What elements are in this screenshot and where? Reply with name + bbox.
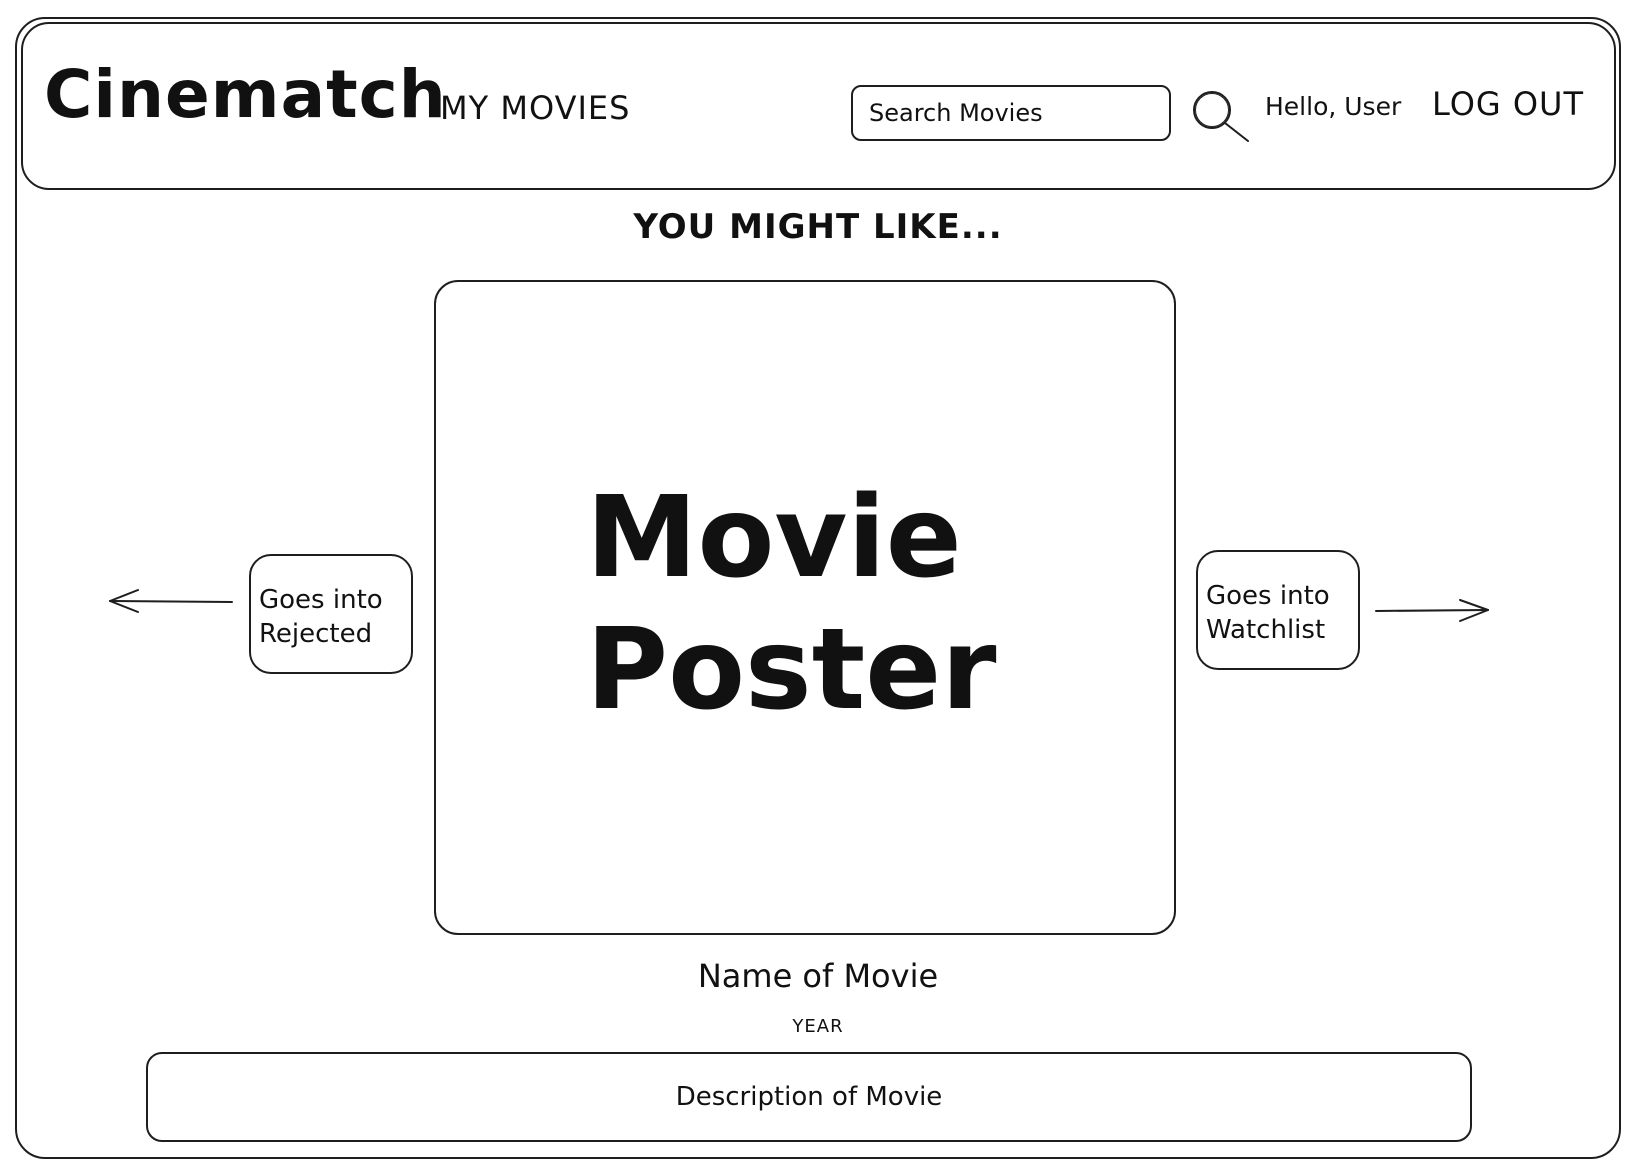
app-logo[interactable]: Cinematch	[44, 62, 447, 128]
movie-year: YEAR	[792, 1016, 844, 1037]
movie-poster[interactable]: Movie Poster	[434, 280, 1176, 935]
movie-description: Description of Movie	[146, 1052, 1472, 1142]
reject-button[interactable]: Goes into Rejected	[249, 554, 413, 674]
arrow-left-icon	[109, 589, 233, 613]
movie-title: Name of Movie	[697, 957, 939, 995]
search-input[interactable]	[851, 85, 1171, 141]
logout-button[interactable]: LOG OUT	[1432, 88, 1584, 120]
section-title: YOU MIGHT LIKE...	[633, 207, 1003, 247]
poster-placeholder-label: Movie Poster	[586, 473, 997, 736]
movie-description-text: Description of Movie	[675, 1082, 943, 1112]
nav-my-movies-link[interactable]: MY MOVIES	[440, 92, 630, 124]
search-icon[interactable]	[1188, 88, 1252, 144]
arrow-right-icon	[1375, 599, 1489, 622]
watchlist-button[interactable]: Goes into Watchlist	[1196, 550, 1360, 670]
user-greeting: Hello, User	[1265, 92, 1402, 121]
